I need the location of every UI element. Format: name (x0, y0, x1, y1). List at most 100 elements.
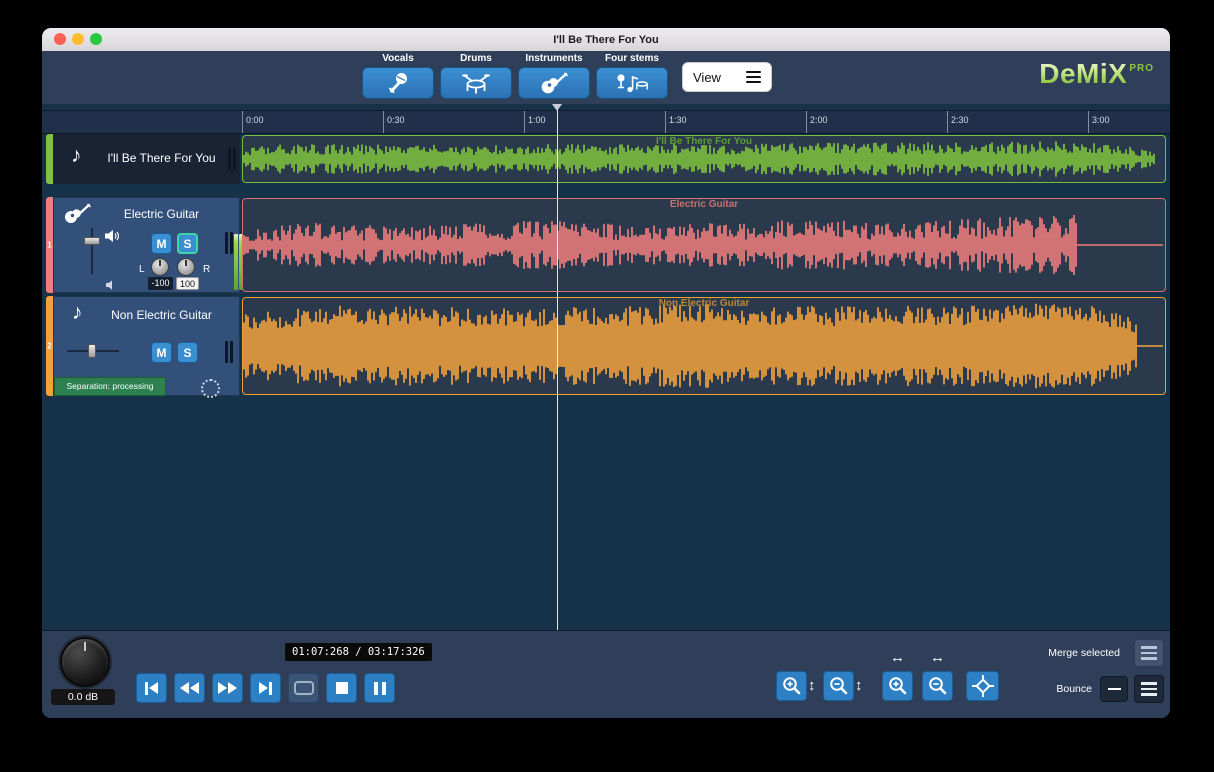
track-electric-guitar-panel[interactable]: Electric Guitar M S L (53, 197, 240, 293)
stem-label-drums: Drums (440, 53, 512, 66)
vocals-separation-button[interactable] (362, 67, 434, 99)
waveform-clip-label: I'll Be There For You (243, 136, 1165, 147)
playhead-marker[interactable] (552, 104, 562, 111)
waveform-clip-label: Electric Guitar (243, 199, 1165, 210)
pan-right-value[interactable]: 100 (176, 277, 199, 290)
level-meter-bars (225, 341, 233, 363)
stop-button[interactable] (326, 673, 357, 703)
solo-button[interactable]: S (177, 342, 198, 363)
slider-grip[interactable] (88, 344, 96, 358)
magnifier-plus-icon (887, 675, 909, 697)
skip-to-start-button[interactable] (136, 673, 167, 703)
waveform-clip-electric-guitar[interactable]: Electric Guitar (242, 198, 1166, 292)
horizontal-arrows-icon: ↔ (882, 649, 913, 666)
app-window: I'll Be There For You Vocals Drums (42, 28, 1170, 718)
bounce-menu-button[interactable] (1134, 675, 1164, 703)
track-row-mix: ♪ I'll Be There For You I'll Be There Fo… (46, 134, 1166, 184)
zoom-out-vertical-button[interactable] (823, 671, 854, 701)
stop-icon (336, 682, 348, 694)
bottom-toolbar: 0.0 dB 01:07:268 / 03:17:326 ↕ (42, 630, 1170, 718)
arrangement-area: 0:000:301:001:302:002:303:00 ♪ I'll Be T… (42, 104, 1170, 630)
solo-button[interactable]: S (177, 233, 198, 254)
pan-left-label: L (139, 264, 145, 275)
waveform-clip-non-electric-guitar[interactable]: Non Electric Guitar (242, 297, 1166, 395)
pan-left-knob[interactable] (151, 258, 169, 276)
maximize-window-button[interactable] (90, 33, 102, 45)
pause-bar-icon (382, 682, 386, 695)
vertical-arrows-icon: ↕ (808, 677, 816, 694)
crosshair-diamond-icon (971, 674, 995, 698)
mute-button[interactable]: M (151, 342, 172, 363)
stem-group-instruments: Instruments (518, 53, 590, 99)
left-triangle-icon (180, 682, 189, 694)
pause-button[interactable] (364, 673, 395, 703)
drums-separation-button[interactable] (440, 67, 512, 99)
track-name: Non Electric Guitar (92, 308, 231, 322)
stem-label-vocals: Vocals (362, 53, 434, 66)
view-button[interactable]: View (682, 62, 772, 92)
stem-label-instruments: Instruments (518, 53, 590, 66)
time-display: 01:07:268 / 03:17:326 (285, 643, 432, 661)
waveform-clip-mix[interactable]: I'll Be There For You (242, 135, 1166, 183)
app-logo: DeMiX PRO (1039, 58, 1154, 90)
skip-to-end-button[interactable] (250, 673, 281, 703)
volume-slider[interactable] (67, 344, 119, 358)
music-note-icon: ♪ (71, 144, 82, 168)
horizontal-arrows-icon: ↔ (922, 649, 953, 666)
pan-left-value[interactable]: -100 (148, 277, 173, 290)
guitar-icon (62, 203, 92, 230)
magnifier-minus-icon (828, 675, 850, 697)
vertical-arrows-icon: ↕ (855, 677, 863, 694)
level-meter-bars (225, 232, 233, 254)
right-triangle-icon (228, 682, 237, 694)
hamburger-icon (1141, 682, 1157, 685)
stem-group-drums: Drums (440, 53, 512, 99)
bounce-label: Bounce (1056, 683, 1092, 695)
guitar-icon (539, 71, 569, 95)
close-window-button[interactable] (54, 33, 66, 45)
zoom-in-horizontal-button[interactable] (882, 671, 913, 701)
instruments-separation-button[interactable] (518, 67, 590, 99)
right-triangle-icon (259, 682, 268, 694)
pause-bar-icon (374, 682, 378, 695)
merge-menu-button[interactable] (1134, 639, 1164, 667)
end-bar-icon (269, 682, 272, 695)
left-triangle-icon (149, 682, 158, 694)
four-stems-separation-button[interactable] (596, 67, 668, 99)
mute-button[interactable]: M (151, 233, 172, 254)
window-title: I'll Be There For You (42, 34, 1170, 46)
waveform-clip-label: Non Electric Guitar (243, 298, 1165, 309)
zoom-out-horizontal-button[interactable] (922, 671, 953, 701)
master-volume-knob[interactable] (60, 637, 110, 687)
track-non-electric-guitar-panel[interactable]: ♪ Non Electric Guitar M S Separation: pr… (53, 296, 240, 396)
level-meter-bars (228, 148, 236, 170)
speaker-icon (104, 229, 121, 248)
pan-right-knob[interactable] (177, 258, 195, 276)
minus-icon (1108, 688, 1121, 691)
magnifier-plus-icon (781, 675, 803, 697)
master-volume-value: 0.0 dB (51, 689, 115, 705)
volume-fader[interactable] (84, 228, 100, 274)
view-menu-icon (746, 71, 761, 84)
rewind-button[interactable] (174, 673, 205, 703)
fader-grip[interactable] (84, 237, 100, 245)
speaker-small-icon (105, 277, 117, 295)
zoom-in-vertical-button[interactable] (776, 671, 807, 701)
microphone-icon (385, 70, 411, 96)
bounce-remove-button[interactable] (1100, 676, 1128, 702)
window-titlebar: I'll Be There For You (42, 28, 1170, 52)
minimize-window-button[interactable] (72, 33, 84, 45)
fast-forward-button[interactable] (212, 673, 243, 703)
logo-pro-text: PRO (1129, 63, 1154, 74)
hamburger-icon (1141, 646, 1157, 649)
track-index: 2 (45, 342, 54, 351)
playhead-line (557, 110, 558, 630)
view-button-label: View (693, 70, 721, 85)
stem-label-four-stems: Four stems (596, 53, 668, 66)
timeline-ruler[interactable]: 0:000:301:001:302:002:303:00 (42, 110, 1170, 134)
track-mix-panel[interactable]: ♪ I'll Be There For You (53, 134, 240, 184)
loop-button[interactable] (288, 673, 319, 703)
zoom-fit-button[interactable] (966, 671, 999, 701)
track-name: Electric Guitar (92, 207, 231, 221)
pan-right-label: R (203, 264, 210, 275)
